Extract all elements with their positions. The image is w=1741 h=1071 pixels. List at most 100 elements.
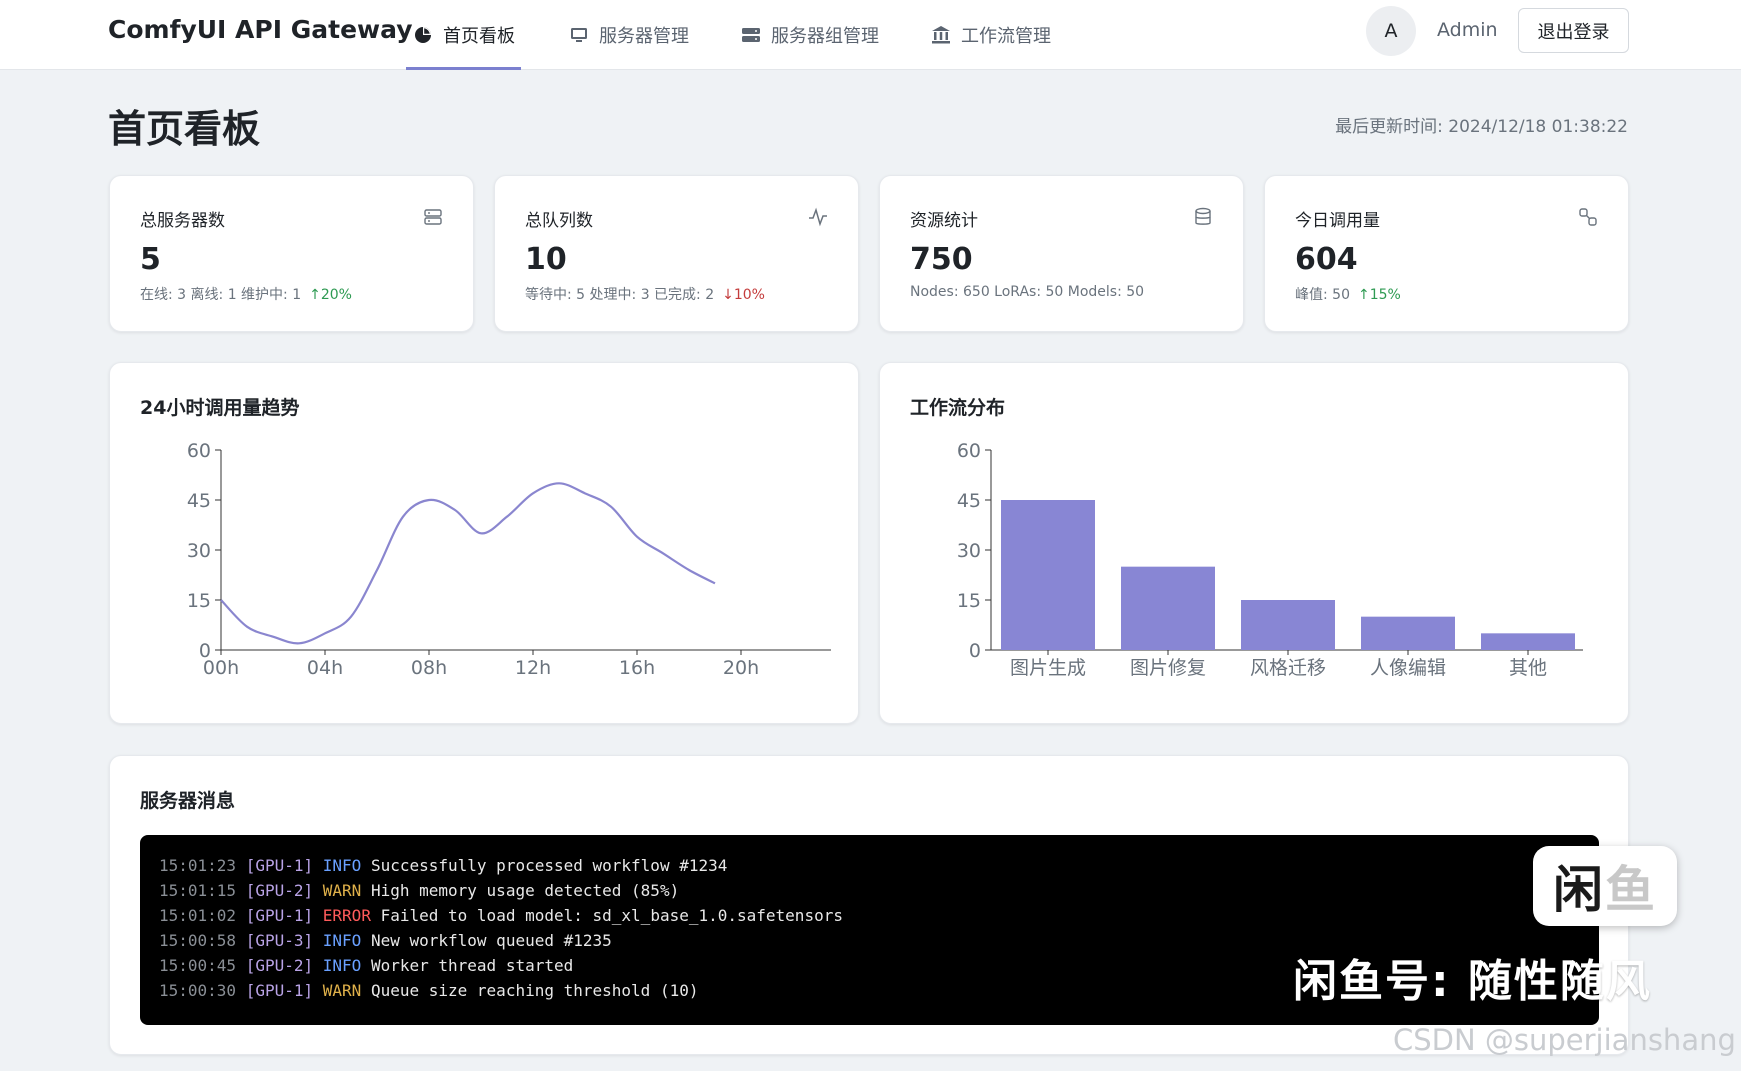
bar[interactable]: [1001, 500, 1095, 650]
y-tick-label: 45: [187, 490, 211, 512]
log-source: [GPU-2]: [245, 956, 314, 975]
stat-sub: 在线: 3 离线: 1 维护中: 1 ↑20%: [140, 284, 352, 304]
log-time: 15:00:45: [159, 956, 237, 975]
stat-label: 总队列数: [525, 211, 593, 231]
log-time: 15:01:15: [159, 881, 237, 900]
nav-workflows[interactable]: 工作流管理: [931, 0, 1051, 70]
log-line: 15:01:02 [GPU-1] ERROR Failed to load mo…: [159, 903, 1580, 928]
nav-dashboard-label: 首页看板: [443, 26, 515, 47]
x-tick-label: 人像编辑: [1370, 657, 1446, 679]
trend-down: ↓10%: [722, 287, 765, 303]
logo-char-faded: 鱼: [1605, 861, 1657, 919]
x-tick-label: 其他: [1509, 657, 1547, 679]
stat-value: 5: [140, 242, 161, 277]
nav-server-groups[interactable]: 服务器组管理: [741, 0, 879, 70]
activity-icon: [809, 207, 827, 227]
x-tick-label: 08h: [411, 657, 447, 679]
x-tick-label: 04h: [307, 657, 343, 679]
log-level: INFO: [322, 931, 362, 950]
stat-detail: 在线: 3 离线: 1 维护中: 1: [140, 287, 302, 303]
log-level: INFO: [322, 956, 362, 975]
bar[interactable]: [1241, 600, 1335, 650]
monitor-icon: [571, 28, 587, 42]
stat-detail: 等待中: 5 处理中: 3 已完成: 2: [525, 287, 715, 303]
y-tick-label: 0: [969, 640, 981, 662]
stat-card-resources: 资源统计 750 Nodes: 650 LoRAs: 50 Models: 50: [879, 175, 1244, 332]
log-time: 15:01:02: [159, 906, 237, 925]
server-messages-title: 服务器消息: [140, 790, 236, 812]
line-chart-card: 24小时调用量趋势 0 15 30 45 60 00h 04h 08h 12h 16h 20h: [109, 362, 859, 724]
stat-sub: 峰值: 50 ↑15%: [1295, 284, 1401, 304]
logo-char: 闲: [1553, 861, 1605, 919]
log-source: [GPU-1]: [245, 856, 314, 875]
bar[interactable]: [1481, 633, 1575, 650]
stat-label: 资源统计: [910, 211, 978, 231]
csdn-watermark: CSDN @superjianshang: [1393, 1023, 1736, 1057]
log-level: ERROR: [322, 906, 371, 925]
stat-sub: 等待中: 5 处理中: 3 已完成: 2 ↓10%: [525, 284, 765, 304]
log-message: Failed to load model: sd_xl_base_1.0.saf…: [380, 906, 843, 925]
x-tick-label: 20h: [723, 657, 759, 679]
stat-card-servers: 总服务器数 5 在线: 3 离线: 1 维护中: 1 ↑20%: [109, 175, 474, 332]
watermark-text: 闲鱼号: 随性随风: [1293, 956, 1652, 1007]
trend-line: [220, 482, 716, 645]
bank-icon: [932, 26, 950, 44]
log-message: Queue size reaching threshold (10): [370, 981, 699, 1000]
x-tick-label: 图片生成: [1010, 657, 1086, 679]
trend-up: ↑20%: [309, 287, 352, 303]
bar[interactable]: [1361, 616, 1455, 650]
server-icon: [742, 28, 760, 42]
xianyu-logo: 闲鱼: [1533, 846, 1677, 926]
page-title: 首页看板: [108, 107, 261, 151]
x-tick-label: 图片修复: [1130, 657, 1206, 679]
log-source: [GPU-1]: [245, 981, 314, 1000]
log-source: [GPU-1]: [245, 906, 314, 925]
nav-servers-label: 服务器管理: [599, 26, 689, 47]
x-tick-label: 风格迁移: [1250, 657, 1326, 679]
bar[interactable]: [1121, 566, 1215, 650]
nav-servers[interactable]: 服务器管理: [569, 0, 689, 70]
x-tick-label: 12h: [515, 657, 551, 679]
avatar[interactable]: A: [1366, 6, 1416, 56]
y-tick-label: 45: [957, 490, 981, 512]
stat-card-queues: 总队列数 10 等待中: 5 处理中: 3 已完成: 2 ↓10%: [494, 175, 859, 332]
bar-chart: 0 15 30 45 60 图片生成 图片修复 风格迁移 人像编辑 其他: [957, 440, 1583, 679]
log-message: Successfully processed workflow #1234: [370, 856, 728, 875]
trend-up: ↑15%: [1357, 287, 1401, 303]
logout-button[interactable]: 退出登录: [1518, 8, 1629, 53]
log-time: 15:01:23: [159, 856, 237, 875]
log-line: 15:01:15 [GPU-2] WARN High memory usage …: [159, 878, 1580, 903]
username: Admin: [1437, 19, 1498, 41]
stat-sub: Nodes: 650 LoRAs: 50 Models: 50: [910, 284, 1144, 300]
server-icon: [424, 209, 442, 225]
y-tick-label: 30: [957, 540, 981, 562]
top-navbar: ComfyUI API Gateway 首页看板 服务器管理 服务器组管理 工作…: [0, 0, 1741, 70]
database-icon: [1195, 207, 1211, 225]
active-tab-indicator: [406, 67, 521, 70]
log-message: New workflow queued #1235: [370, 931, 612, 950]
nav-workflows-label: 工作流管理: [961, 26, 1051, 47]
log-level: WARN: [322, 881, 362, 900]
log-message: High memory usage detected (85%): [370, 881, 680, 900]
log-level: WARN: [322, 981, 362, 1000]
stat-value: 10: [525, 242, 567, 277]
nav-server-groups-label: 服务器组管理: [771, 26, 879, 47]
stat-value: 604: [1295, 242, 1358, 277]
stat-label: 今日调用量: [1295, 211, 1380, 231]
brand-title[interactable]: ComfyUI API Gateway: [108, 15, 413, 44]
y-tick-label: 15: [187, 590, 211, 612]
log-level: INFO: [322, 856, 362, 875]
y-tick-label: 60: [187, 440, 211, 462]
stat-label: 总服务器数: [140, 211, 225, 231]
log-source: [GPU-3]: [245, 931, 314, 950]
nav-dashboard[interactable]: 首页看板: [413, 0, 515, 70]
log-time: 15:00:58: [159, 931, 237, 950]
bar-chart-card: 工作流分布 0 15 30 45 60 图片生成 图片修复 风格迁移 人像编辑 其他: [879, 362, 1629, 724]
pie-chart-icon: [415, 27, 431, 43]
stat-value: 750: [910, 242, 973, 277]
line-chart: 01530456000h 04h 08h 12h 16h 20h: [187, 440, 831, 679]
x-tick-label: 00h: [203, 657, 239, 679]
stat-detail: Nodes: 650 LoRAs: 50 Models: 50: [910, 284, 1145, 300]
y-tick-label: 30: [187, 540, 211, 562]
log-message: Worker thread started: [370, 956, 574, 975]
